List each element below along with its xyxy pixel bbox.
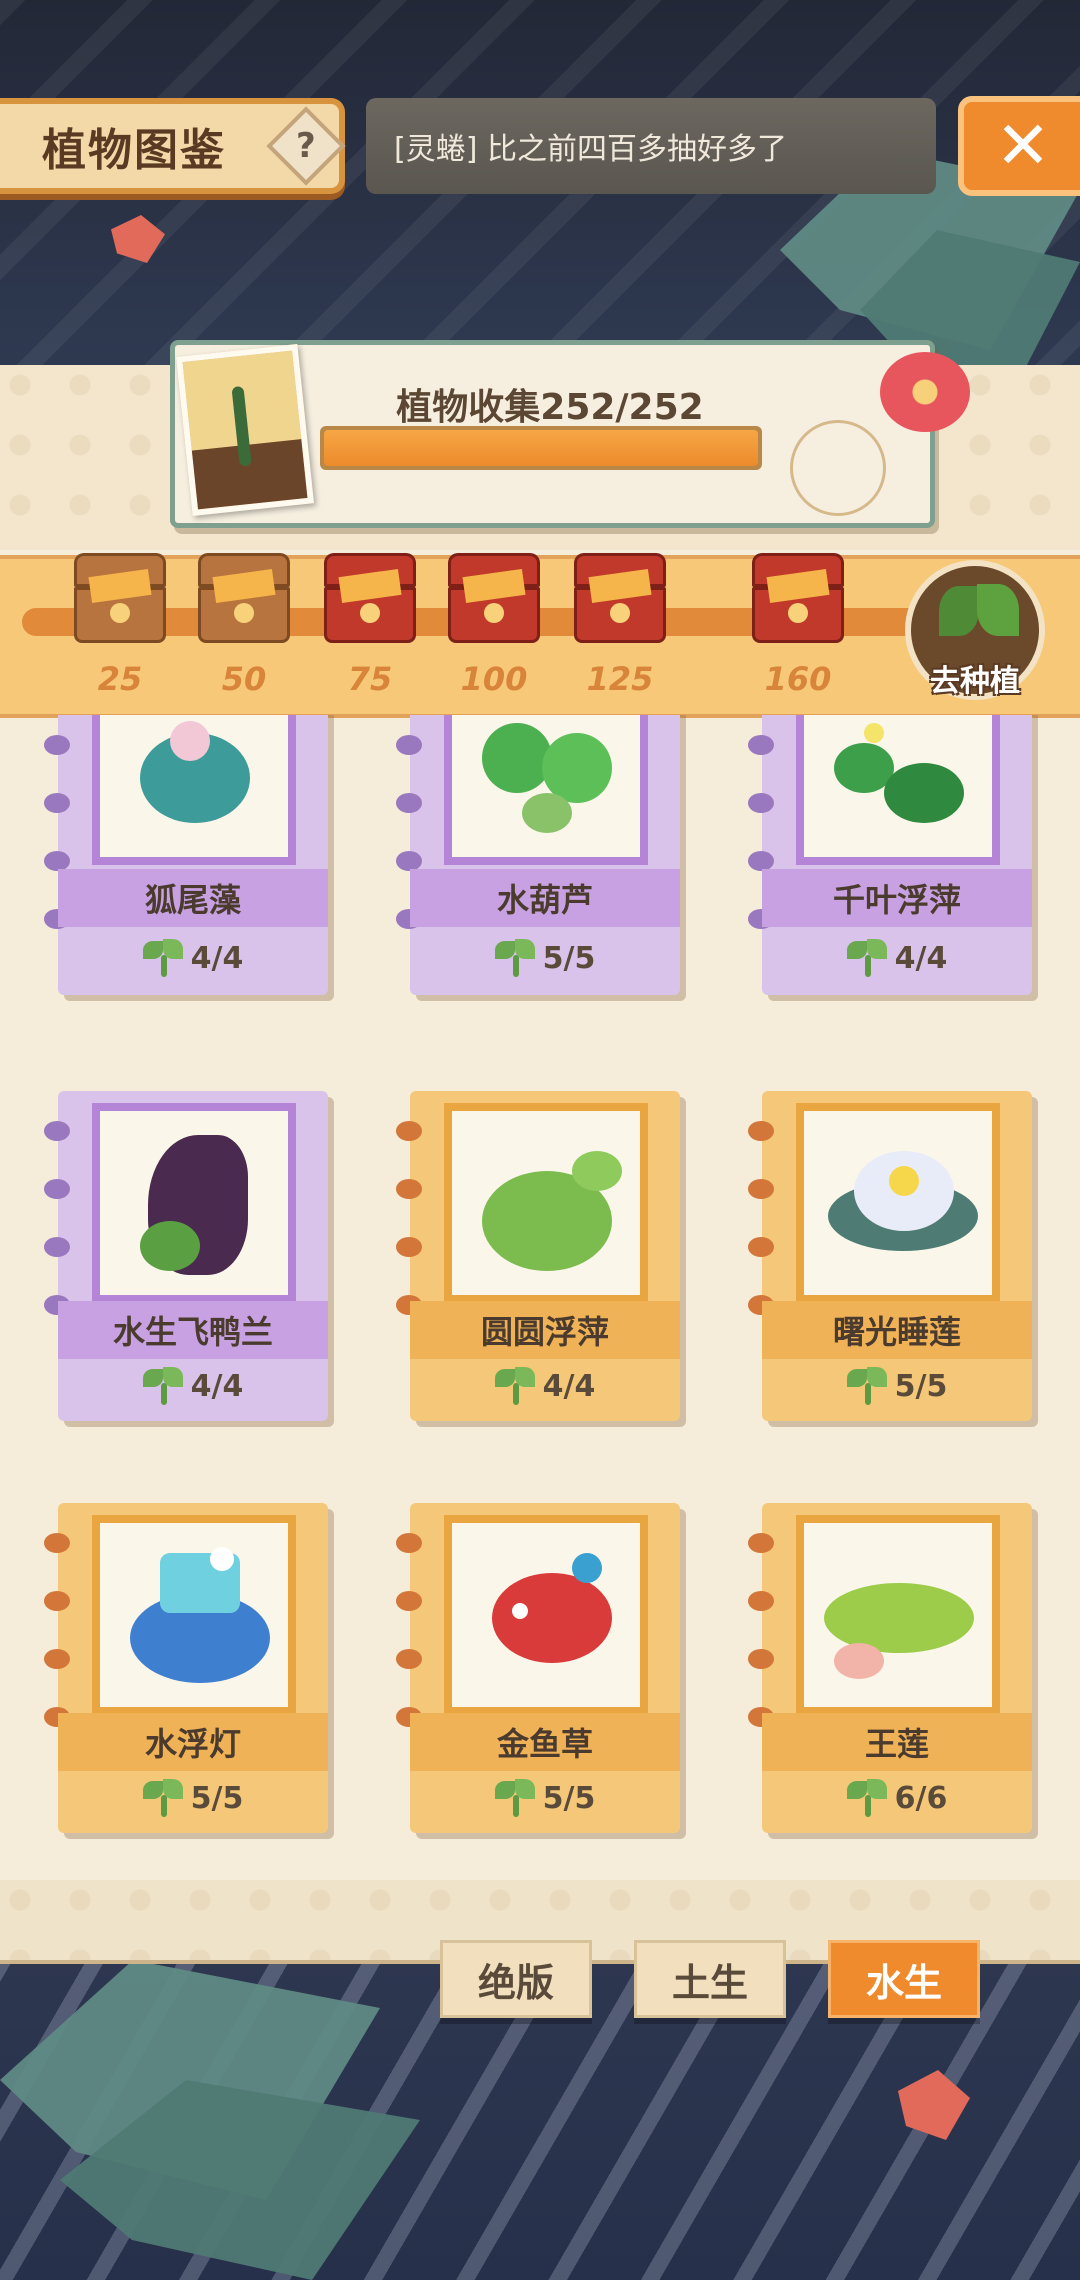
plant-count: 5/5 (410, 933, 680, 983)
plant-name: 金鱼草 (410, 1713, 680, 1771)
plant-card[interactable]: 狐尾藻 4/4 (44, 715, 328, 995)
plant-card[interactable]: 曙光睡莲 5/5 (748, 1091, 1032, 1421)
plant-name: 水浮灯 (58, 1713, 328, 1771)
reward-chest-75[interactable] (324, 553, 416, 643)
page-title: 植物图鉴 (42, 125, 226, 176)
plant-card[interactable]: 水葫芦 5/5 (396, 715, 680, 995)
sprout-photo-icon (175, 344, 315, 516)
milestone-label: 75 (347, 660, 393, 698)
sprout-icon (846, 1365, 889, 1407)
plant-card[interactable]: 金鱼草 5/5 (396, 1503, 680, 1833)
plant-art-frame (796, 715, 1000, 865)
reward-chest-50[interactable] (198, 553, 290, 643)
tab-out-of-print[interactable]: 绝版 (440, 1940, 592, 2018)
sprout-icon (846, 1777, 889, 1819)
sprout-icon (939, 586, 979, 636)
goldfish-plant-icon (492, 1573, 612, 1663)
camellia-icon (880, 352, 970, 432)
plant-count: 4/4 (58, 1361, 328, 1411)
plant-card-grid: 狐尾藻 4/4 水葫芦 5/5 千叶浮萍 4/4 水生飞鸭兰 4/4 圆圆浮萍 … (0, 715, 1080, 1885)
plant-card[interactable]: 千叶浮萍 4/4 (748, 715, 1032, 995)
milestone-label: 125 (586, 660, 654, 698)
close-button[interactable]: ✕ (958, 96, 1080, 196)
plant-count: 4/4 (58, 933, 328, 983)
close-icon: ✕ (995, 107, 1051, 184)
sprout-icon (494, 937, 537, 979)
plant-name: 王莲 (762, 1713, 1032, 1771)
ticker-text: [灵蜷] 比之前四百多抽好多了 (394, 132, 787, 167)
plant-name: 水生飞鸭兰 (58, 1301, 328, 1359)
tab-land[interactable]: 土生 (634, 1940, 786, 2018)
plant-name: 圆圆浮萍 (410, 1301, 680, 1359)
plant-name: 曙光睡莲 (762, 1301, 1032, 1359)
plant-count: 5/5 (762, 1361, 1032, 1411)
plant-count: 4/4 (762, 933, 1032, 983)
plant-card[interactable]: 王莲 6/6 (748, 1503, 1032, 1833)
sprout-icon (142, 1777, 185, 1819)
milestone-label: 100 (460, 660, 528, 698)
plant-art-frame (444, 1515, 648, 1715)
question-icon: ? (296, 125, 316, 166)
plant-count: 6/6 (762, 1773, 1032, 1823)
sprout-icon (142, 1365, 185, 1407)
sprout-icon (142, 937, 185, 979)
reward-chest-25[interactable] (74, 553, 166, 643)
sprout-icon (846, 937, 889, 979)
plant-name: 狐尾藻 (58, 869, 328, 927)
milestone-label: 25 (97, 660, 143, 698)
reward-chest-100[interactable] (448, 553, 540, 643)
milestone-label: 50 (221, 660, 267, 698)
plant-art-frame (92, 1515, 296, 1715)
collection-progress-fill (324, 430, 758, 466)
plant-art-frame (796, 1515, 1000, 1715)
plant-name: 千叶浮萍 (762, 869, 1032, 927)
plant-card[interactable]: 圆圆浮萍 4/4 (396, 1091, 680, 1421)
plant-name: 水葫芦 (410, 869, 680, 927)
plant-count: 5/5 (58, 1773, 328, 1823)
plant-card[interactable]: 水浮灯 5/5 (44, 1503, 328, 1833)
sprout-icon (494, 1365, 537, 1407)
water-hyacinth-icon (482, 723, 552, 793)
plant-art-frame (92, 1103, 296, 1303)
plant-art-frame (444, 1103, 648, 1303)
plant-art-frame (796, 1103, 1000, 1303)
flower-doodle-icon (790, 420, 886, 516)
sprout-icon (494, 1777, 537, 1819)
plant-count: 5/5 (410, 1773, 680, 1823)
plant-art-frame (92, 715, 296, 865)
tab-aquatic[interactable]: 水生 (828, 1940, 980, 2018)
milestone-label: 160 (764, 660, 832, 698)
reward-chest-125[interactable] (574, 553, 666, 643)
reward-chest-160[interactable] (752, 553, 844, 643)
giant-lotus-icon (824, 1583, 974, 1653)
plant-count: 4/4 (410, 1361, 680, 1411)
go-plant-label: 去种植 (930, 664, 1020, 699)
collection-label: 植物收集252/252 (396, 387, 704, 428)
chat-ticker: [灵蜷] 比之前四百多抽好多了 (366, 98, 936, 194)
plant-art-frame (444, 715, 648, 865)
plant-card[interactable]: 水生飞鸭兰 4/4 (44, 1091, 328, 1421)
